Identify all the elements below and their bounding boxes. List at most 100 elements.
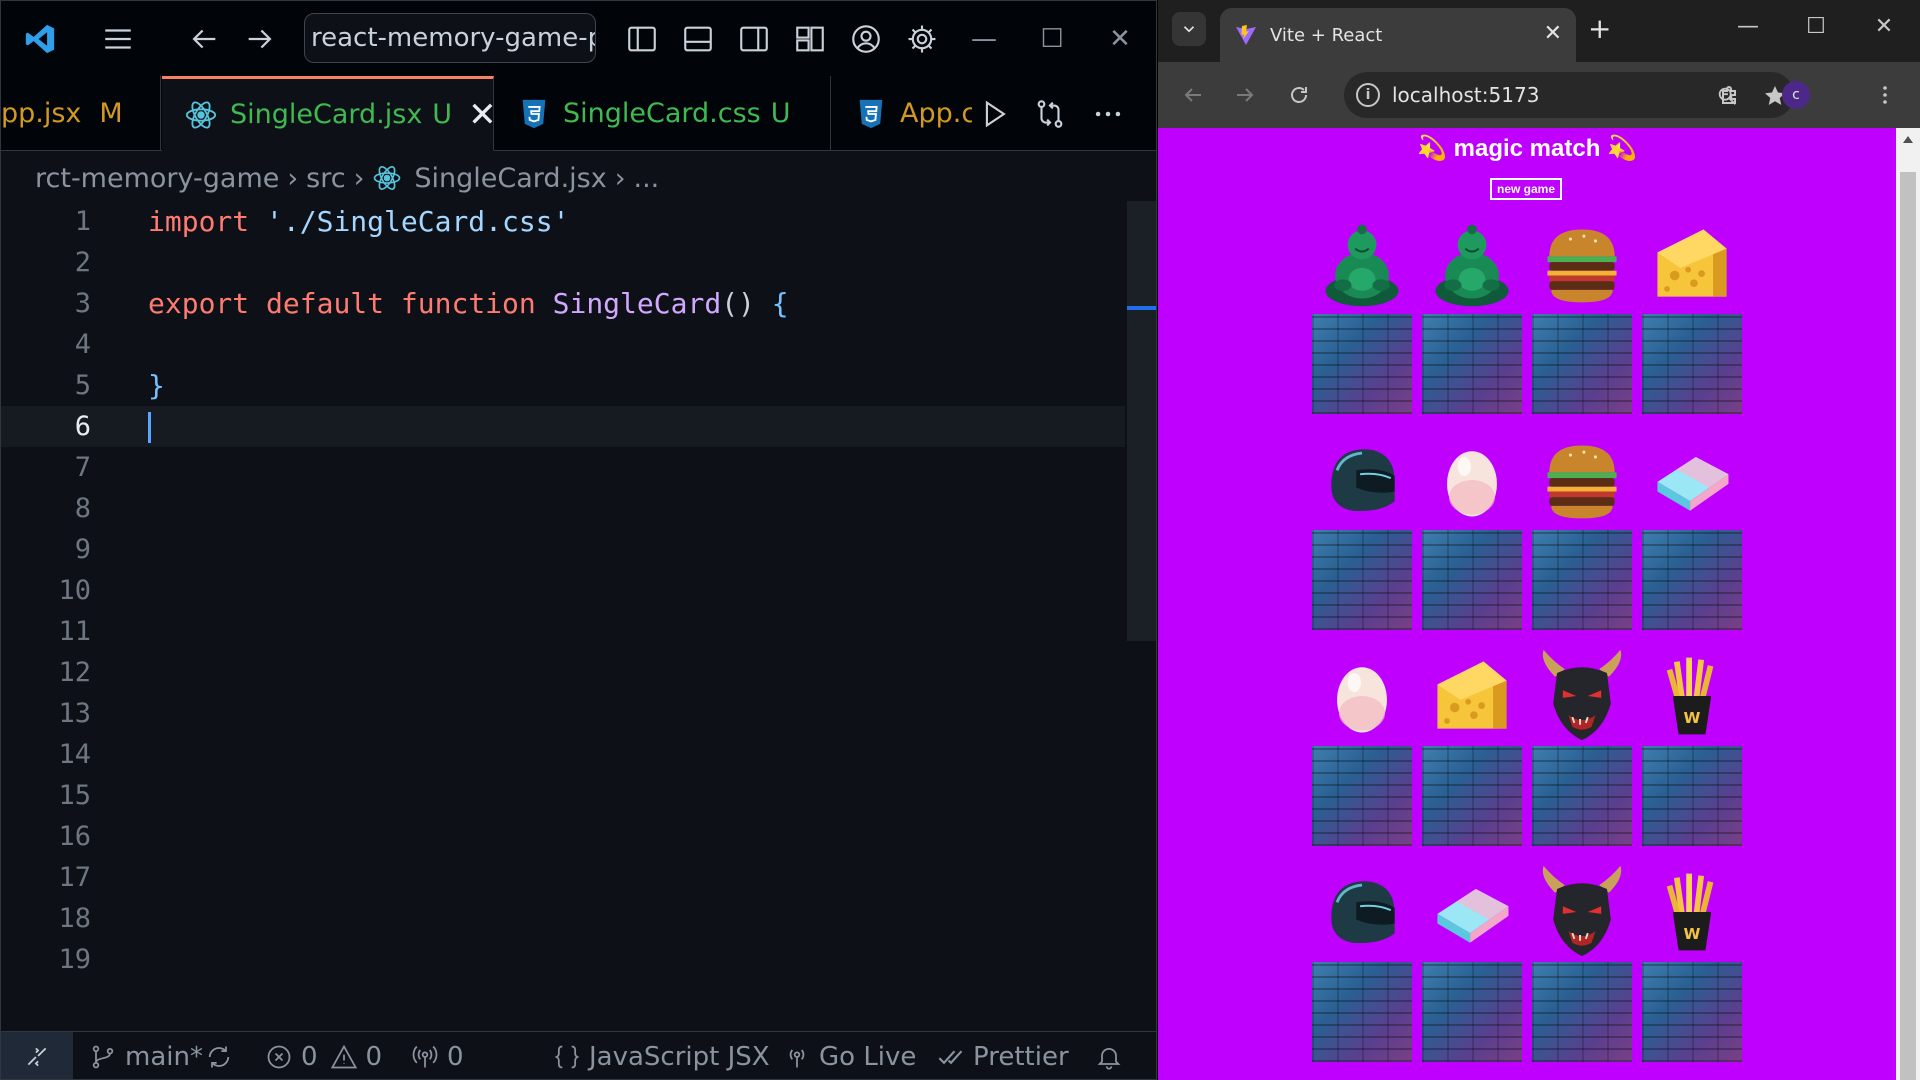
open-changes-icon[interactable] — [1027, 92, 1073, 136]
react-icon — [185, 100, 217, 129]
tab-search-button[interactable] — [1172, 12, 1206, 46]
vite-logo-icon — [1236, 25, 1256, 45]
go-live-button[interactable]: Go Live — [783, 1032, 916, 1079]
browser-tab-active[interactable]: Vite + React ✕ — [1220, 8, 1576, 62]
remote-indicator[interactable] — [1, 1032, 73, 1079]
card-back[interactable] — [1642, 746, 1742, 846]
keyword-token: export — [148, 287, 250, 320]
tab-label: App.c — [900, 98, 972, 129]
vscode-logo-icon — [17, 16, 63, 62]
line-number: 15 — [58, 780, 91, 811]
card-back[interactable] — [1532, 962, 1632, 1062]
brace-token: } — [148, 369, 165, 402]
breadcrumb-folder[interactable]: src — [306, 163, 345, 194]
tab-label: pp.jsx — [1, 98, 82, 129]
new-game-button[interactable]: new game — [1490, 178, 1562, 200]
minimize-button[interactable]: — — [961, 16, 1007, 62]
tab-singlecard-css[interactable]: SingleCard.css U — [495, 76, 831, 151]
browser-tab-strip: Vite + React ✕ + — ☐ ✕ — [1158, 0, 1920, 62]
cheese-icon — [1644, 216, 1740, 312]
card-back[interactable] — [1422, 746, 1522, 846]
menu-icon[interactable] — [95, 16, 141, 62]
problems-status[interactable]: 0 0 — [265, 1032, 382, 1079]
card-back[interactable] — [1312, 746, 1412, 846]
sync-icon — [208, 1046, 230, 1068]
maximize-button[interactable]: ☐ — [1796, 14, 1836, 39]
forward-arrow-icon[interactable] — [237, 16, 283, 62]
double-check-icon — [938, 1050, 963, 1065]
run-icon[interactable] — [971, 92, 1017, 136]
kebab-menu-icon[interactable] — [1868, 78, 1902, 112]
tab-app-jsx[interactable]: pp.jsx M — [1, 76, 161, 151]
close-tab-icon[interactable]: ✕ — [468, 95, 493, 135]
card-back[interactable] — [1532, 530, 1632, 630]
tab-app-css[interactable]: App.c — [832, 76, 972, 151]
command-center-search[interactable]: react-memory-game-pro — [304, 13, 596, 63]
notifications-button[interactable] — [1095, 1032, 1131, 1079]
extensions-icon[interactable] — [1714, 78, 1748, 112]
close-window-button[interactable]: ✕ — [1097, 16, 1143, 62]
ports-count: 0 — [447, 1042, 464, 1072]
page-title: 💫 magic match 💫 — [1417, 135, 1637, 162]
breadcrumb-symbol[interactable]: ... — [634, 163, 660, 194]
card-back[interactable] — [1422, 962, 1522, 1062]
card-front — [1422, 864, 1522, 959]
site-info-icon[interactable]: i — [1356, 83, 1380, 107]
reload-icon[interactable] — [1282, 78, 1316, 112]
toggle-secondary-sidebar-icon[interactable] — [731, 16, 777, 62]
card-back[interactable] — [1312, 962, 1412, 1062]
account-icon[interactable] — [843, 16, 889, 62]
card-back[interactable] — [1642, 530, 1742, 630]
toggle-primary-sidebar-icon[interactable] — [619, 16, 665, 62]
warning-icon — [330, 1044, 357, 1069]
card-front — [1422, 648, 1522, 743]
breadcrumb-file[interactable]: SingleCard.jsx — [414, 163, 606, 194]
close-window-button[interactable]: ✕ — [1864, 14, 1904, 39]
minimize-button[interactable]: — — [1728, 14, 1768, 39]
code-line: 11 — [1, 611, 1125, 652]
ports-status[interactable]: 0 — [411, 1032, 464, 1079]
settings-gear-icon[interactable] — [899, 16, 945, 62]
git-branch-status[interactable]: main* — [89, 1032, 203, 1079]
toggle-panel-icon[interactable] — [675, 16, 721, 62]
back-arrow-icon[interactable] — [1176, 78, 1210, 112]
card-back[interactable] — [1532, 314, 1632, 414]
card-front — [1312, 864, 1412, 959]
card-back[interactable] — [1312, 530, 1412, 630]
title-bar: react-memory-game-pro — ☐ ✕ — [1, 1, 1156, 76]
back-arrow-icon[interactable] — [181, 16, 227, 62]
maximize-button[interactable]: ☐ — [1029, 16, 1075, 62]
card-back[interactable] — [1422, 314, 1522, 414]
code-line: 15 — [1, 775, 1125, 816]
line-number: 18 — [58, 903, 91, 934]
formatter-label: Prettier — [973, 1042, 1069, 1072]
code-editor[interactable]: 1 import './SingleCard.css' 2 3 export d… — [1, 201, 1125, 1031]
sync-button[interactable] — [205, 1032, 241, 1079]
egg-icon — [1424, 432, 1520, 528]
language-mode[interactable]: JavaScript JSX — [553, 1032, 770, 1079]
page-scrollbar-thumb[interactable] — [1900, 172, 1916, 1080]
card-back[interactable] — [1642, 962, 1742, 1062]
prettier-status[interactable]: Prettier — [937, 1032, 1069, 1079]
card-front — [1532, 216, 1632, 311]
forward-arrow-icon[interactable] — [1228, 78, 1262, 112]
editor-scrollbar-thumb[interactable] — [1127, 201, 1156, 641]
profile-avatar[interactable]: c — [1782, 81, 1810, 109]
card-back[interactable] — [1532, 746, 1632, 846]
card-back[interactable] — [1422, 530, 1522, 630]
new-tab-button[interactable]: + — [1588, 14, 1611, 44]
customize-layout-icon[interactable] — [787, 16, 833, 62]
broadcast-icon — [412, 1045, 438, 1068]
function-name-token: SingleCard — [552, 287, 722, 320]
close-tab-icon[interactable]: ✕ — [1544, 22, 1562, 46]
bell-icon — [1097, 1047, 1121, 1070]
scroll-up-arrow-icon[interactable] — [1903, 136, 1913, 143]
css-icon — [522, 99, 546, 128]
card-back[interactable] — [1312, 314, 1412, 414]
more-actions-icon[interactable] — [1085, 92, 1131, 136]
chevron-right-icon: › — [614, 162, 626, 194]
branch-name: main* — [125, 1042, 203, 1072]
card-back[interactable] — [1642, 314, 1742, 414]
tab-singlecard-jsx[interactable]: SingleCard.jsx U ✕ — [162, 76, 494, 151]
breadcrumb-folder[interactable]: rct-memory-game — [35, 163, 279, 194]
